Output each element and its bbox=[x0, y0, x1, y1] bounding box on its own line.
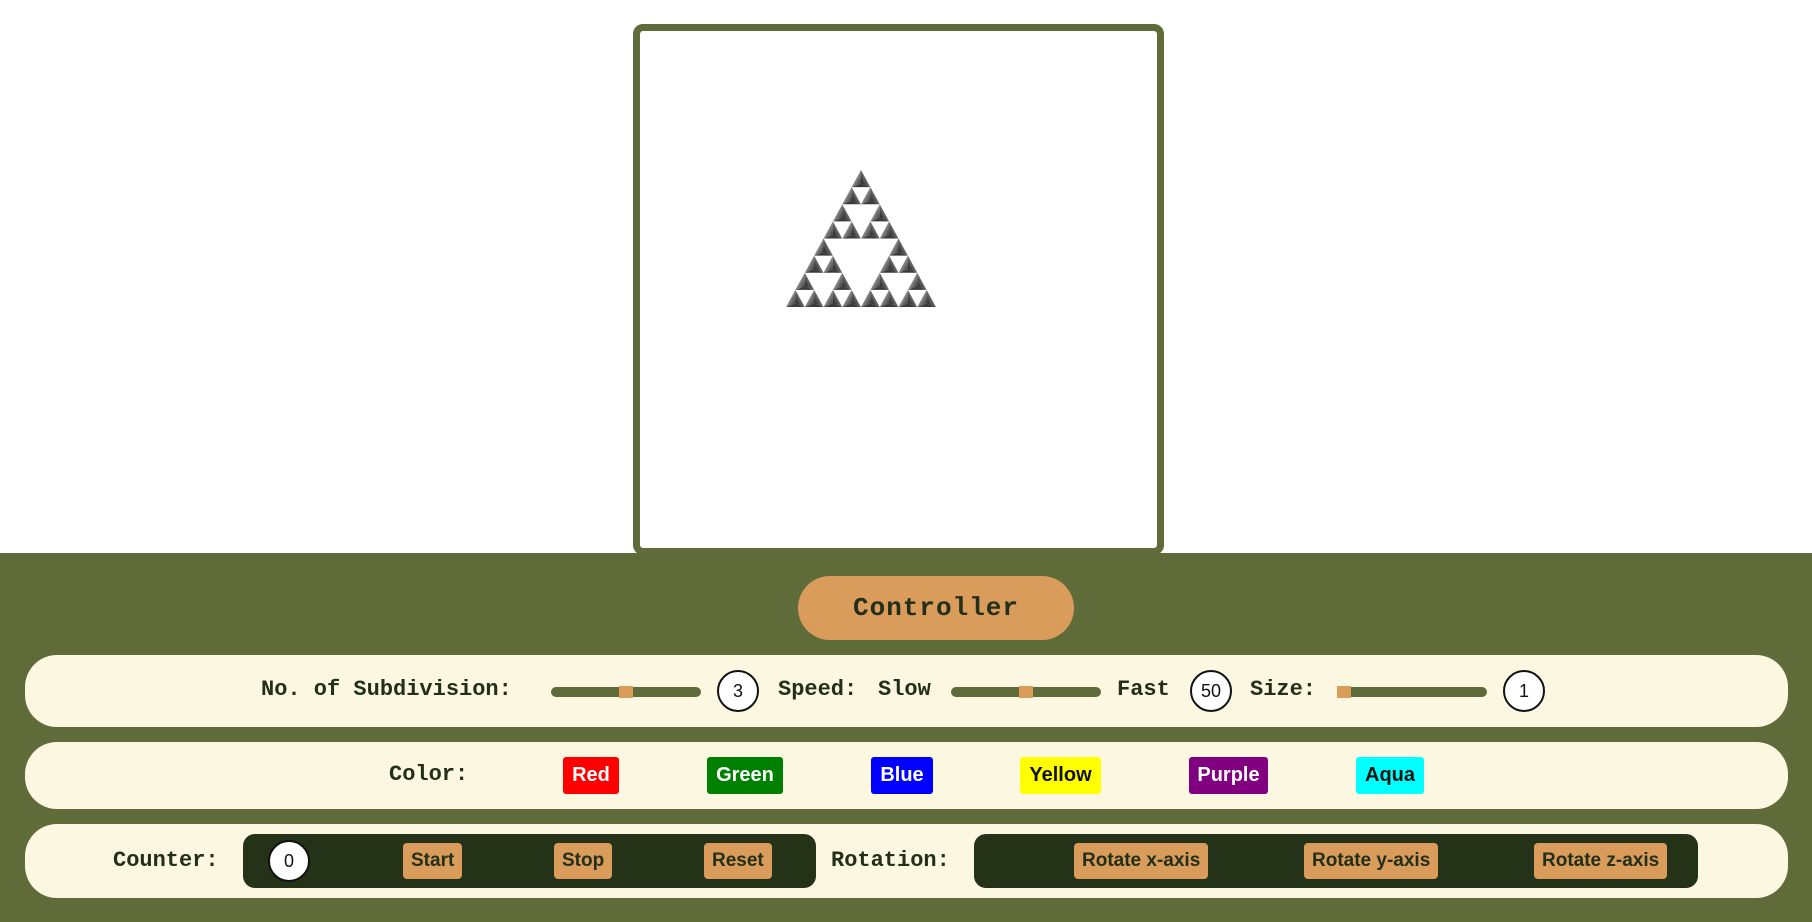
speed-label: Speed: bbox=[778, 677, 858, 702]
size-value: 1 bbox=[1503, 670, 1545, 712]
subdivision-slider-thumb[interactable] bbox=[619, 686, 633, 698]
color-yellow-button[interactable]: Yellow bbox=[1020, 757, 1101, 794]
rotate-y-button[interactable]: Rotate y-axis bbox=[1304, 843, 1439, 879]
controller-button[interactable]: Controller bbox=[798, 576, 1074, 640]
rotate-z-button[interactable]: Rotate z-axis bbox=[1534, 843, 1668, 879]
speed-slider[interactable] bbox=[951, 686, 1101, 698]
color-blue-button[interactable]: Blue bbox=[871, 757, 933, 794]
color-green-button[interactable]: Green bbox=[707, 757, 783, 794]
subdivision-slider[interactable] bbox=[551, 686, 701, 698]
rotation-label: Rotation: bbox=[831, 848, 950, 873]
counter-rotation-row: Counter: 0 Start Stop Reset Rotation: Ro… bbox=[25, 824, 1788, 898]
size-slider[interactable] bbox=[1337, 686, 1487, 698]
color-red-button[interactable]: Red bbox=[563, 757, 619, 794]
speed-value: 50 bbox=[1190, 670, 1232, 712]
subdivision-value: 3 bbox=[717, 670, 759, 712]
counter-controls: 0 Start Stop Reset bbox=[243, 834, 816, 888]
color-label: Color: bbox=[389, 762, 469, 787]
render-canvas bbox=[633, 24, 1164, 555]
size-slider-thumb[interactable] bbox=[1337, 686, 1351, 698]
start-button[interactable]: Start bbox=[403, 843, 463, 879]
size-label: Size: bbox=[1250, 677, 1317, 702]
subdivision-label: No. of Subdivision: bbox=[261, 677, 512, 702]
counter-label: Counter: bbox=[113, 848, 219, 873]
speed-slow-label: Slow bbox=[878, 677, 931, 702]
speed-slider-thumb[interactable] bbox=[1019, 686, 1033, 698]
rotate-x-button[interactable]: Rotate x-axis bbox=[1074, 843, 1209, 879]
reset-button[interactable]: Reset bbox=[704, 843, 772, 879]
sierpinski-gasket bbox=[786, 170, 936, 307]
speed-fast-label: Fast bbox=[1117, 677, 1170, 702]
color-aqua-button[interactable]: Aqua bbox=[1356, 757, 1424, 794]
color-row: Color: Red Green Blue Yellow Purple Aqua bbox=[25, 742, 1788, 809]
counter-value: 0 bbox=[268, 840, 310, 882]
color-purple-button[interactable]: Purple bbox=[1189, 757, 1268, 794]
rotation-controls: Rotate x-axis Rotate y-axis Rotate z-axi… bbox=[974, 834, 1698, 888]
stop-button[interactable]: Stop bbox=[554, 843, 613, 879]
settings-row: No. of Subdivision: 3 Speed: Slow Fast 5… bbox=[25, 655, 1788, 727]
